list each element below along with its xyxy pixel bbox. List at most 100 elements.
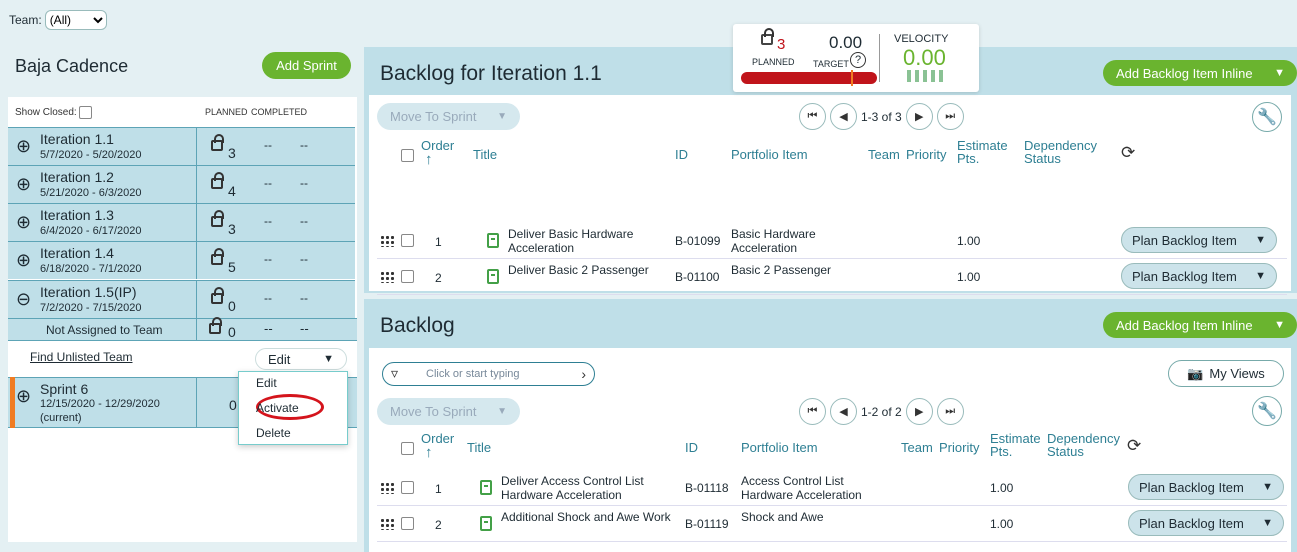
select-all-checkbox[interactable] [401,442,414,455]
completed-value: -- [300,252,308,266]
my-views-button[interactable]: 📷 My Views [1168,360,1284,387]
prev-page-icon[interactable]: ◀ [830,103,857,130]
row-order: 1 [435,235,442,249]
expand-plus-icon[interactable]: ⊕ [16,174,31,195]
col-priority[interactable]: Priority [939,440,979,455]
plan-backlog-item-button[interactable]: Plan Backlog Item▼ [1121,227,1277,253]
table-row[interactable]: 1 Deliver Access Control List Hardware A… [377,470,1287,506]
drag-handle-icon[interactable] [380,518,394,530]
first-page-icon[interactable]: ⏮ [799,398,826,425]
iteration-row[interactable]: ⊕ Iteration 1.2 5/21/2020 - 6/3/2020 4 -… [8,165,355,203]
iteration-row[interactable]: ⊕ Iteration 1.4 6/18/2020 - 7/1/2020 5 -… [8,241,355,279]
iteration-row[interactable]: ⊖ Iteration 1.5(IP) 7/2/2020 - 7/15/2020… [8,280,355,318]
table-row[interactable]: 1 Deliver Basic Hardware Acceleration B-… [377,223,1287,259]
wrench-icon[interactable]: 🔧 [1252,396,1282,426]
next-page-icon[interactable]: ▶ [905,103,933,130]
col-estimate[interactable]: Estimate Pts. [990,432,1045,458]
table-row[interactable]: 2 Deliver Basic 2 Passenger B-01100 Basi… [377,259,1287,295]
lock-icon [761,28,774,45]
drag-handle-icon[interactable] [380,482,394,494]
col-portfolio[interactable]: Portfolio Item [741,440,818,455]
col-id[interactable]: ID [685,440,698,455]
row-checkbox[interactable] [401,517,414,530]
col-id[interactable]: ID [675,147,688,162]
row-checkbox[interactable] [401,481,414,494]
sprint-planned: 0 [229,397,237,413]
add-sprint-button[interactable]: Add Sprint [262,52,351,79]
iteration-dates: 6/4/2020 - 6/17/2020 [40,225,142,237]
show-closed-label: Show Closed: [15,107,77,118]
plan-backlog-item-button[interactable]: Plan Backlog Item▼ [1121,263,1277,289]
backlog-title: Backlog [380,314,455,337]
menu-item-delete[interactable]: Delete [256,426,291,440]
row-checkbox[interactable] [401,234,414,247]
col-dependency[interactable]: Dependency Status [1024,139,1104,165]
iteration-planned: 3 [228,145,236,161]
row-estimate: 1.00 [990,481,1014,495]
refresh-icon[interactable]: ⟳ [1121,143,1135,163]
target-value: 0.00 [829,33,863,52]
move-to-sprint-button[interactable]: Move To Sprint ▼ [377,398,520,425]
edit-dropdown-menu: Edit Activate Delete [238,371,348,445]
row-title[interactable]: Additional Shock and Awe Work [501,510,681,524]
chevron-down-icon[interactable]: ▼ [1274,319,1285,331]
last-page-icon[interactable]: ⏭ [936,103,964,130]
select-all-checkbox[interactable] [401,149,414,162]
planned-label: PLANNED [752,57,795,67]
edit-label: Edit [268,351,291,367]
target-label: TARGET [813,59,849,69]
refresh-icon[interactable]: ⟳ [1127,436,1141,456]
menu-item-activate[interactable]: Activate [256,401,299,415]
next-page-icon[interactable]: ▶ [905,398,933,425]
iteration-row[interactable]: ⊕ Iteration 1.1 5/7/2020 - 5/20/2020 3 -… [8,127,355,165]
expand-plus-icon[interactable]: ⊕ [16,386,31,407]
table-row[interactable]: 2 Additional Shock and Awe Work B-01119 … [377,506,1287,542]
sort-up-icon: ↑ [425,151,433,168]
target-marker [851,70,853,86]
plan-backlog-item-button[interactable]: Plan Backlog Item▼ [1128,510,1284,536]
wrench-icon[interactable]: 🔧 [1252,102,1282,132]
row-title[interactable]: Deliver Access Control List Hardware Acc… [501,474,681,502]
filter-input[interactable]: ▿ Click or start typing › [382,362,595,386]
row-checkbox[interactable] [401,270,414,283]
plan-backlog-item-button[interactable]: Plan Backlog Item▼ [1128,474,1284,500]
col-team[interactable]: Team [868,147,900,162]
first-page-icon[interactable]: ⏮ [799,103,826,130]
chevron-down-icon[interactable]: ▼ [1274,67,1285,79]
expand-plus-icon[interactable]: ⊕ [16,250,31,271]
drag-handle-icon[interactable] [380,271,394,283]
drag-handle-icon[interactable] [380,235,394,247]
expand-plus-icon[interactable]: ⊕ [16,136,31,157]
add-backlog-item-inline-button[interactable]: Add Backlog Item Inline ▼ [1103,60,1297,86]
add-backlog-item-inline-button[interactable]: Add Backlog Item Inline ▼ [1103,312,1297,338]
iteration-backlog-title: Backlog for Iteration 1.1 [380,62,602,85]
collapse-minus-icon[interactable]: ⊖ [16,289,31,310]
row-title[interactable]: Deliver Basic Hardware Acceleration [508,227,658,255]
col-dependency[interactable]: Dependency Status [1047,432,1127,458]
plan-label: Plan Backlog Item [1139,515,1244,531]
col-team[interactable]: Team [901,440,933,455]
completed-value: -- [300,138,308,152]
edit-dropdown-button[interactable]: Edit ▼ [255,348,347,370]
col-title[interactable]: Title [473,147,497,162]
col-priority[interactable]: Priority [906,147,946,162]
row-id: B-01119 [685,517,729,531]
prev-page-icon[interactable]: ◀ [830,398,857,425]
iteration-row[interactable]: ⊕ Iteration 1.3 6/4/2020 - 6/17/2020 3 -… [8,203,355,241]
move-to-sprint-button[interactable]: Move To Sprint ▼ [377,103,520,130]
row-title[interactable]: Deliver Basic 2 Passenger [508,263,658,277]
plan-label: Plan Backlog Item [1132,232,1237,248]
last-page-icon[interactable]: ⏭ [936,398,964,425]
not-assigned-label: Not Assigned to Team [46,323,163,337]
velocity-sparkline [907,70,945,82]
show-closed-checkbox[interactable] [78,106,92,119]
help-icon[interactable]: ? [850,52,866,68]
col-estimate[interactable]: Estimate Pts. [957,139,1012,165]
menu-item-edit[interactable]: Edit [256,376,277,390]
col-portfolio[interactable]: Portfolio Item [731,147,808,162]
team-select[interactable]: (All) [44,10,107,30]
find-unlisted-team-link[interactable]: Find Unlisted Team [30,350,133,364]
expand-plus-icon[interactable]: ⊕ [16,212,31,233]
move-label: Move To Sprint [390,404,477,419]
col-title[interactable]: Title [467,440,491,455]
